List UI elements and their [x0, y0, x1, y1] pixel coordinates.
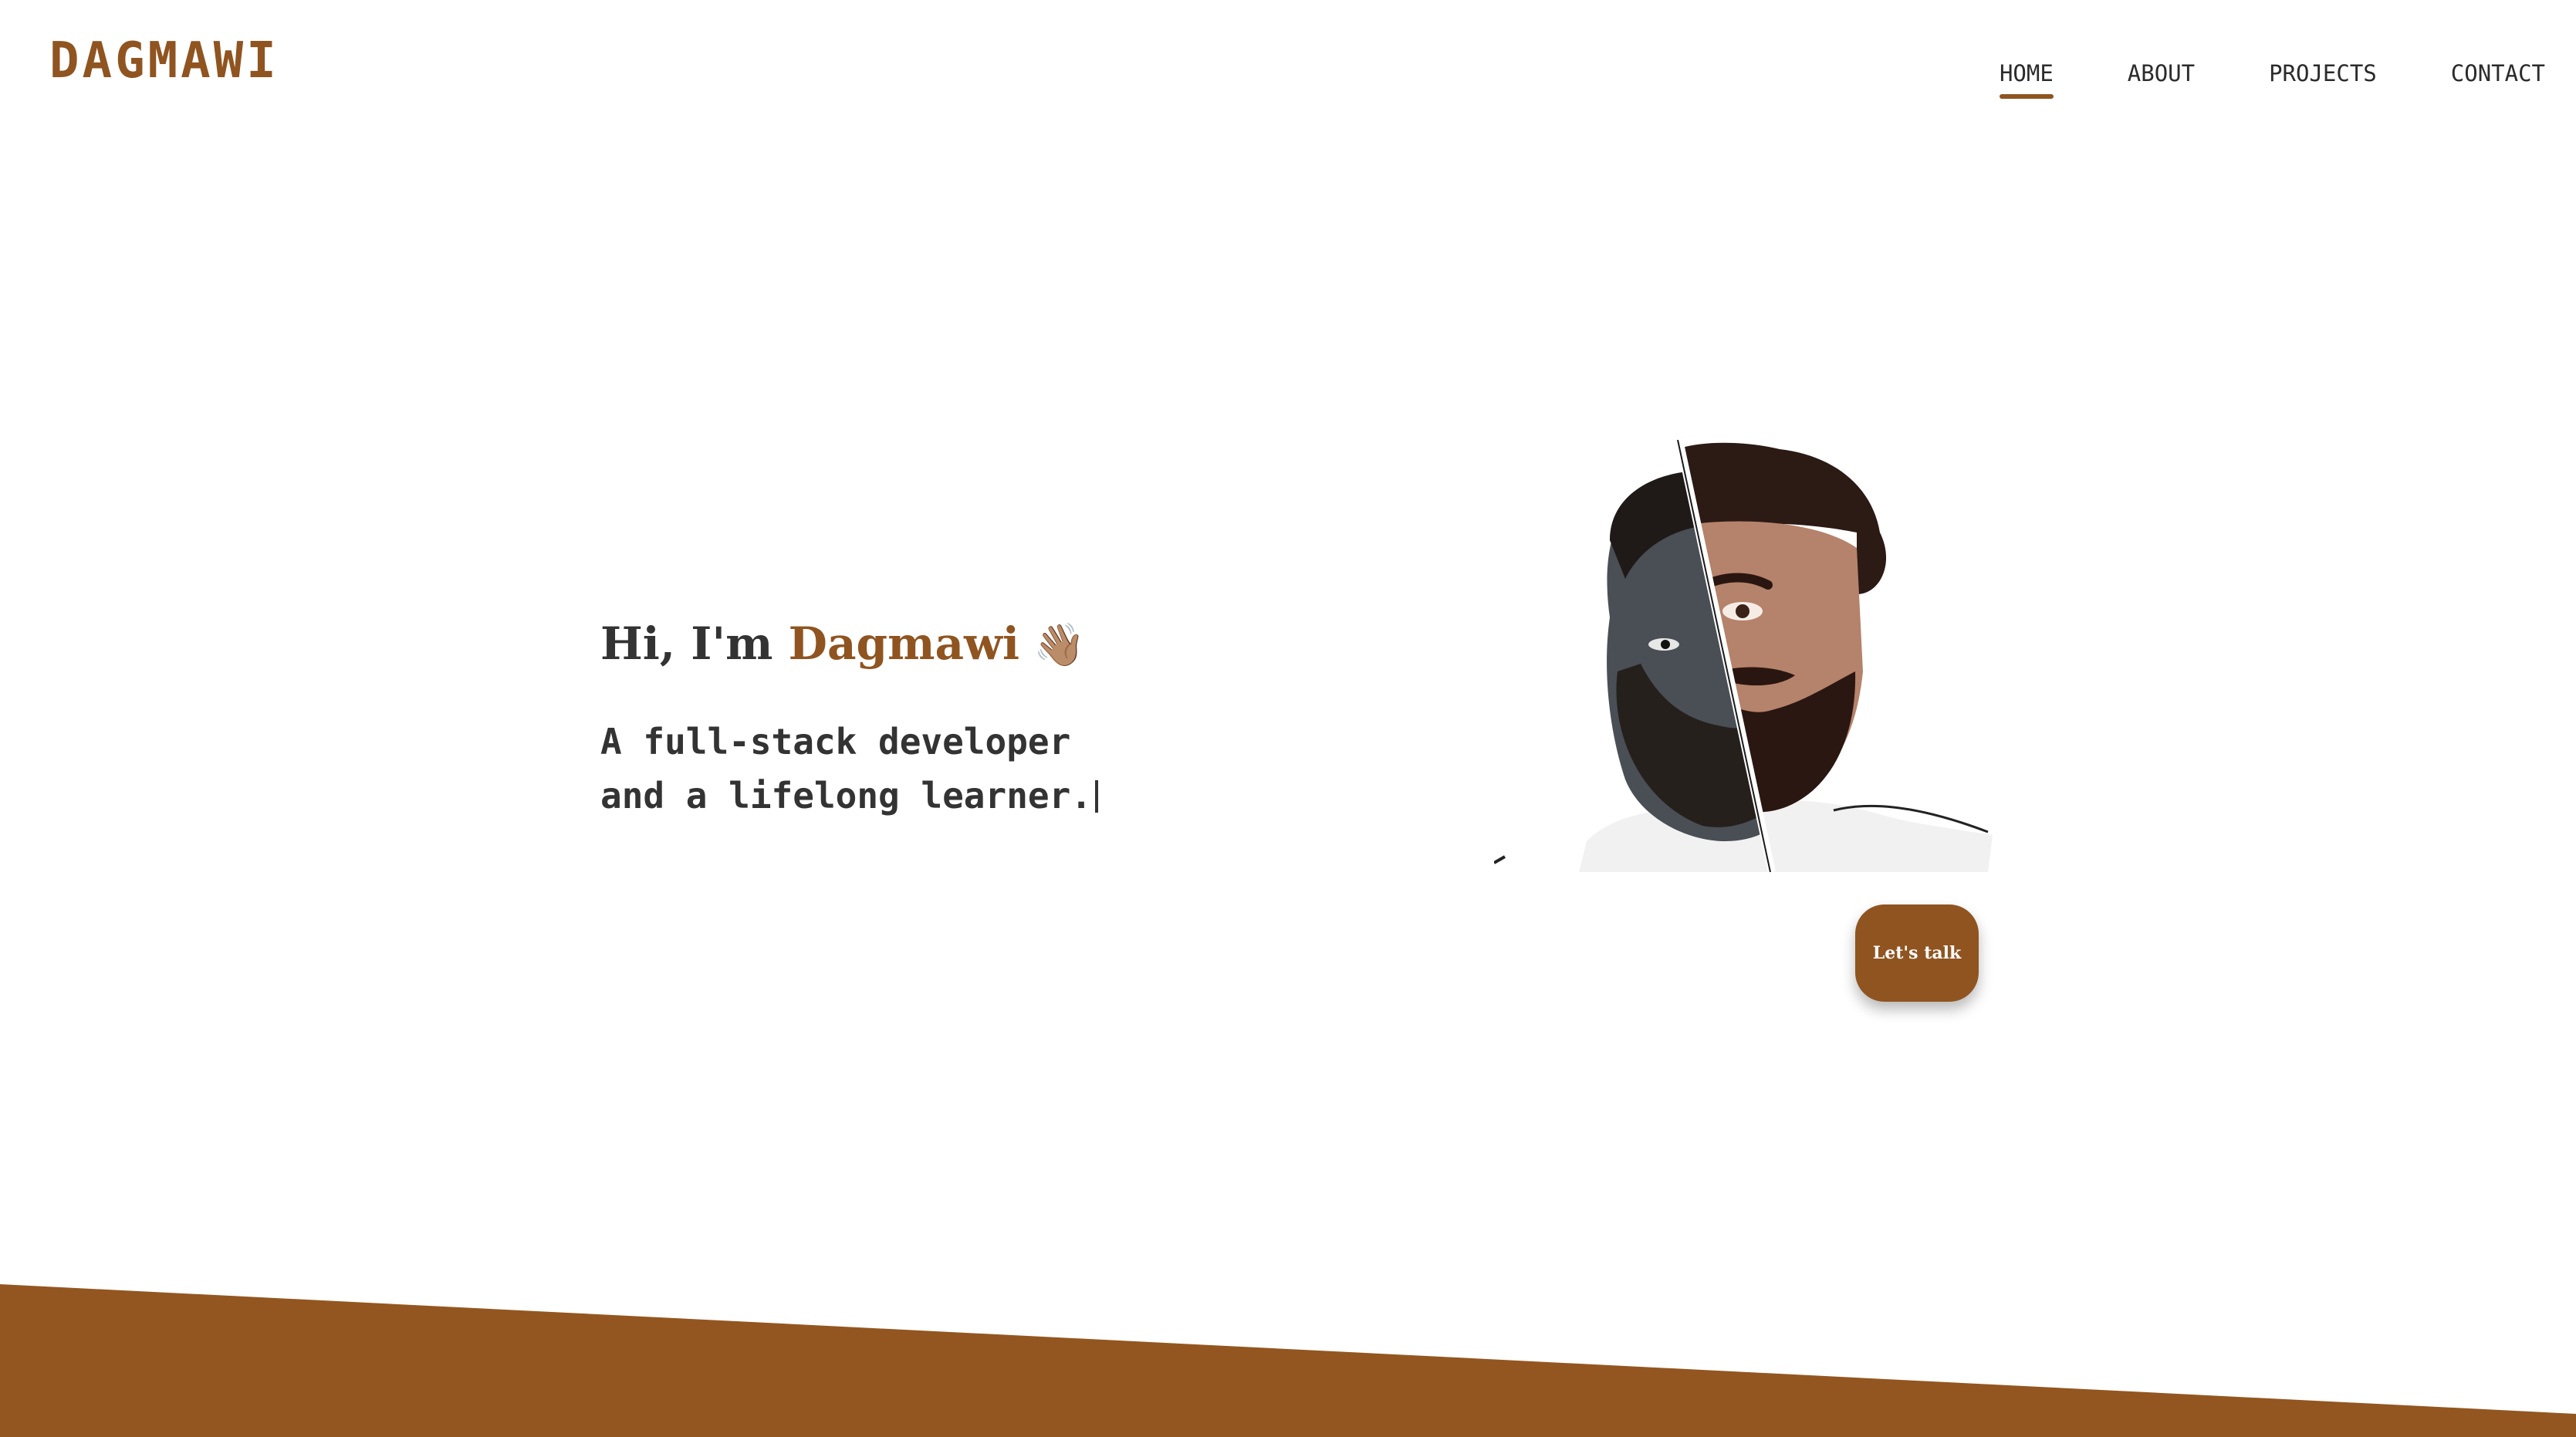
hero-tagline: A full-stack developer and a lifelong le… — [600, 715, 1187, 823]
hero-intro: Hi, I'm Dagmawi 👋🏽 A full-stack developer… — [600, 617, 1187, 823]
footer-slanted-band — [0, 1284, 2576, 1437]
split-portrait-illustration — [1494, 440, 1993, 872]
greeting-prefix: Hi, I'm — [600, 617, 789, 670]
shirt-shape — [1579, 800, 1993, 872]
typing-caret — [1094, 780, 1098, 813]
tagline-line-1: A full-stack developer — [600, 721, 1071, 762]
lets-talk-button[interactable]: Let's talk — [1855, 904, 1979, 1002]
nav-about-link[interactable]: ABOUT — [2128, 60, 2195, 97]
hero-greeting: Hi, I'm Dagmawi 👋🏽 — [600, 617, 1187, 670]
tagline-line-2-text: and a lifelong learner. — [600, 775, 1092, 817]
nav-projects-link[interactable]: PROJECTS — [2269, 60, 2377, 97]
nav-contact-link[interactable]: CONTACT — [2451, 60, 2545, 97]
nav-home-link[interactable]: HOME — [1999, 60, 2054, 99]
site-header: DAGMAWI HOME ABOUT PROJECTS CONTACT — [0, 0, 2576, 131]
waving-hand-icon: 👋🏽 — [1033, 620, 1086, 669]
main-nav: HOME ABOUT PROJECTS CONTACT — [1999, 60, 2545, 99]
tagline-line-2: and a lifelong learner. — [600, 769, 1187, 823]
hero-name: Dagmawi — [788, 617, 1020, 670]
site-logo[interactable]: DAGMAWI — [49, 32, 279, 90]
